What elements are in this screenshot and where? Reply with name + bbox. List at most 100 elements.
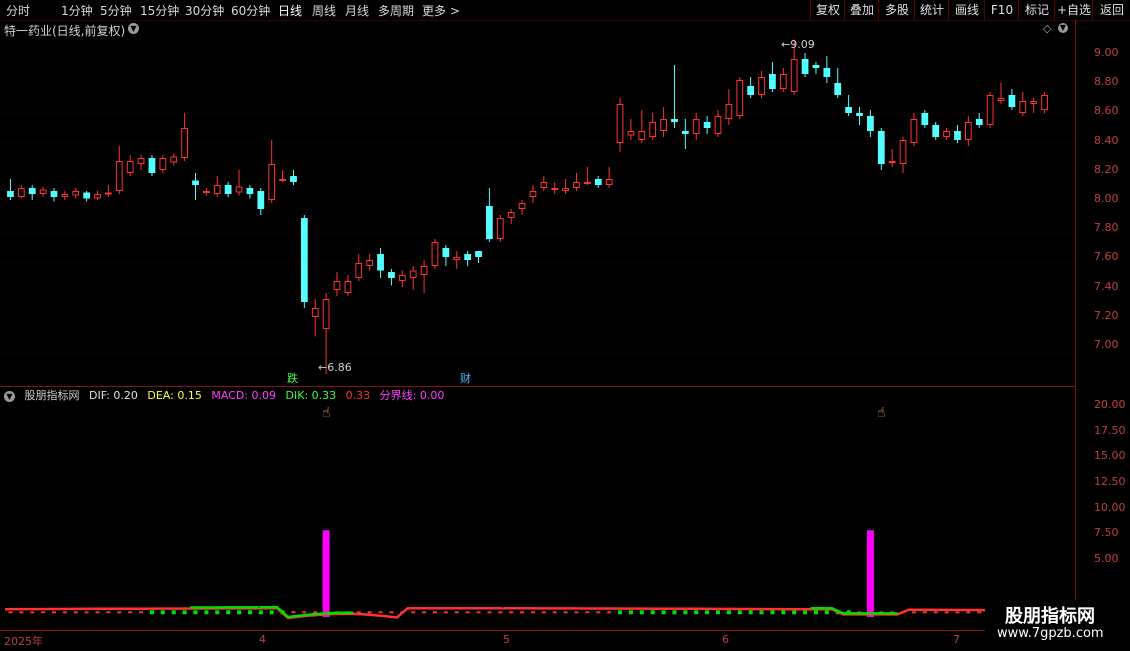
candle-body-down [257, 191, 265, 209]
candle-body-up [322, 299, 330, 329]
add-watchlist-button[interactable]: +自选 [1054, 0, 1093, 20]
candlestick-chart [0, 39, 1075, 374]
indicator-tick: 5.00 [1094, 552, 1119, 565]
statistics-button[interactable]: 统计 [914, 0, 949, 20]
histogram-bar [411, 611, 416, 614]
candle-body-down [954, 131, 961, 140]
candle-body-up [943, 131, 950, 137]
candle-body-down [703, 122, 711, 128]
histogram-bar [30, 611, 35, 614]
histogram-bar [117, 611, 122, 614]
candle-body-up [507, 212, 515, 218]
candle-body-up [605, 179, 613, 185]
low-price-label: ←6.86 [318, 361, 352, 374]
overlay-button[interactable]: 叠加 [844, 0, 879, 20]
histogram-bar [672, 610, 677, 615]
candle-body-up [660, 119, 667, 131]
candle-body-up [1019, 101, 1027, 113]
histogram-bar [171, 610, 176, 615]
histogram-bar [215, 610, 220, 615]
indicator-tick: 20.00 [1094, 398, 1126, 411]
period-tab-monthly[interactable]: 月线 [345, 2, 369, 19]
period-tab-intraday[interactable]: 分时 [6, 2, 30, 19]
price-tick: 8.40 [1094, 134, 1119, 147]
histogram-bar [8, 611, 13, 614]
candle-body-up [540, 182, 548, 188]
histogram-bar [247, 610, 252, 615]
candle-body-up [638, 131, 646, 140]
candle-body-up [203, 191, 210, 193]
candle-body-up [311, 308, 319, 317]
candle-body-up [496, 218, 504, 239]
candle-body-up [213, 185, 221, 194]
candle-body-down [823, 68, 831, 77]
histogram-bar [683, 610, 688, 615]
candle-body-down [486, 206, 493, 239]
histogram-bar [432, 611, 437, 614]
candle-body-down [83, 192, 91, 199]
candle-body-down [246, 188, 254, 194]
candle-body-down [812, 65, 820, 68]
histogram-bar [454, 611, 459, 614]
histogram-bar [498, 611, 503, 614]
period-tab-5min[interactable]: 5分钟 [100, 2, 132, 19]
candle-body-up [888, 161, 896, 163]
period-tab-1min[interactable]: 1分钟 [61, 2, 93, 19]
candle-body-down [464, 254, 472, 260]
period-tab-multi[interactable]: 多周期 [378, 2, 414, 19]
histogram-bar [73, 611, 78, 614]
histogram-bar [966, 611, 971, 614]
period-tab-30min[interactable]: 30分钟 [185, 2, 224, 19]
indicator-panel[interactable]: ▼ 股朋指标网 DIF: 0.20 DEA: 0.15 MACD: 0.09 D… [0, 387, 1075, 630]
histogram-bar [128, 611, 133, 614]
histogram-bar [792, 610, 797, 615]
f10-button[interactable]: F10 [984, 0, 1019, 20]
candle-body-up [420, 266, 428, 275]
adjust-button[interactable]: 复权 [810, 0, 845, 20]
histogram-bar [139, 611, 144, 614]
period-tab-15min[interactable]: 15分钟 [140, 2, 179, 19]
histogram-bar [574, 611, 579, 614]
histogram-bar [149, 610, 154, 615]
candle-body-up [529, 191, 537, 197]
period-tab-60min[interactable]: 60分钟 [231, 2, 270, 19]
histogram-bar [715, 610, 720, 615]
watermark-title: 股朋指标网 [1005, 606, 1095, 627]
period-tab-daily[interactable]: 日线 [278, 2, 302, 19]
histogram-bar [443, 611, 448, 614]
histogram-bar [596, 611, 601, 614]
histogram-bar [911, 611, 916, 614]
histogram-bar [955, 611, 960, 614]
candle-body-down [1008, 95, 1016, 107]
multi-stock-button[interactable]: 多股 [878, 0, 915, 20]
candle-body-up [159, 158, 167, 170]
candle-body-up [725, 104, 733, 119]
histogram-bar [977, 611, 982, 614]
histogram-bar [541, 611, 546, 614]
candle-body-down [801, 59, 809, 74]
candle-body-up [758, 77, 765, 95]
histogram-bar [726, 610, 731, 615]
candle-body-up [235, 186, 243, 193]
candle-body-up [986, 95, 994, 125]
candle-body-up [344, 281, 352, 293]
indicator-tick: 15.00 [1094, 449, 1126, 462]
histogram-bar [367, 611, 372, 614]
histogram-bar [95, 611, 100, 614]
date-label: 2025年 [4, 635, 43, 648]
back-button[interactable]: 返回 [1092, 0, 1130, 20]
mark-button[interactable]: 标记 [1018, 0, 1055, 20]
period-tab-more[interactable]: 更多 > [422, 2, 460, 19]
candle-body-down [769, 74, 776, 89]
candle-body-down [845, 107, 852, 113]
candle-body-down [856, 113, 863, 116]
candle-body-up [126, 161, 134, 173]
histogram-bar [41, 611, 46, 614]
indicator-tick: 17.50 [1094, 424, 1126, 437]
draw-line-button[interactable]: 画线 [948, 0, 985, 20]
indicator-chart [4, 395, 1051, 630]
period-tab-weekly[interactable]: 周线 [312, 2, 336, 19]
price-chart-panel[interactable]: 特一药业(日线,前复权) ▼ ◇ ▼ ←9.09 ←6.86 跌 财 [0, 20, 1075, 387]
candle-body-down [7, 191, 14, 197]
histogram-bar [759, 610, 764, 615]
